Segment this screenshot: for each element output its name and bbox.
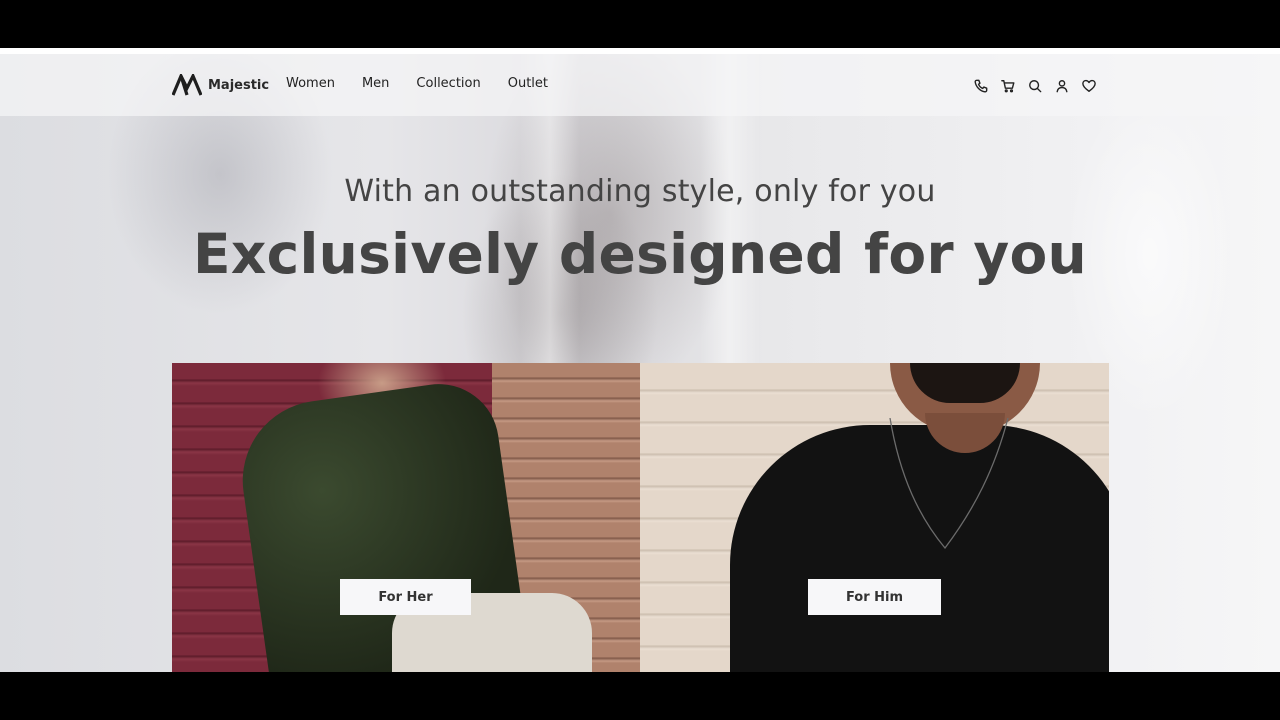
header-actions <box>973 78 1108 93</box>
page-viewport: Majestic Women Men Collection Outlet Wit… <box>0 48 1280 672</box>
search-icon[interactable] <box>1027 78 1042 93</box>
for-her-button[interactable]: For Her <box>340 579 471 615</box>
main-menu: Women Men Collection Outlet <box>286 76 575 91</box>
nav-item-men[interactable]: Men <box>362 76 389 91</box>
majestic-logo-icon <box>172 74 202 96</box>
for-her-panel[interactable]: For Her <box>172 363 640 672</box>
nav-item-outlet[interactable]: Outlet <box>508 76 548 91</box>
for-him-panel[interactable]: For Him <box>640 363 1109 672</box>
letterbox-top <box>0 0 1280 48</box>
phone-icon[interactable] <box>973 78 988 93</box>
brand-logo[interactable]: Majestic <box>172 74 269 96</box>
cart-icon[interactable] <box>1000 78 1015 93</box>
user-icon[interactable] <box>1054 78 1069 93</box>
heart-icon[interactable] <box>1081 78 1096 93</box>
necklace-decoration <box>889 418 1009 550</box>
for-him-button[interactable]: For Him <box>808 579 941 615</box>
top-navigation: Majestic Women Men Collection Outlet <box>0 54 1280 116</box>
letterbox-bottom <box>0 672 1280 720</box>
hero-subtitle: With an outstanding style, only for you <box>344 174 936 209</box>
brand-name: Majestic <box>208 77 270 93</box>
nav-item-collection[interactable]: Collection <box>416 76 480 91</box>
nav-item-women[interactable]: Women <box>286 76 335 91</box>
hero-headline: Exclusively designed for you <box>192 222 1088 286</box>
